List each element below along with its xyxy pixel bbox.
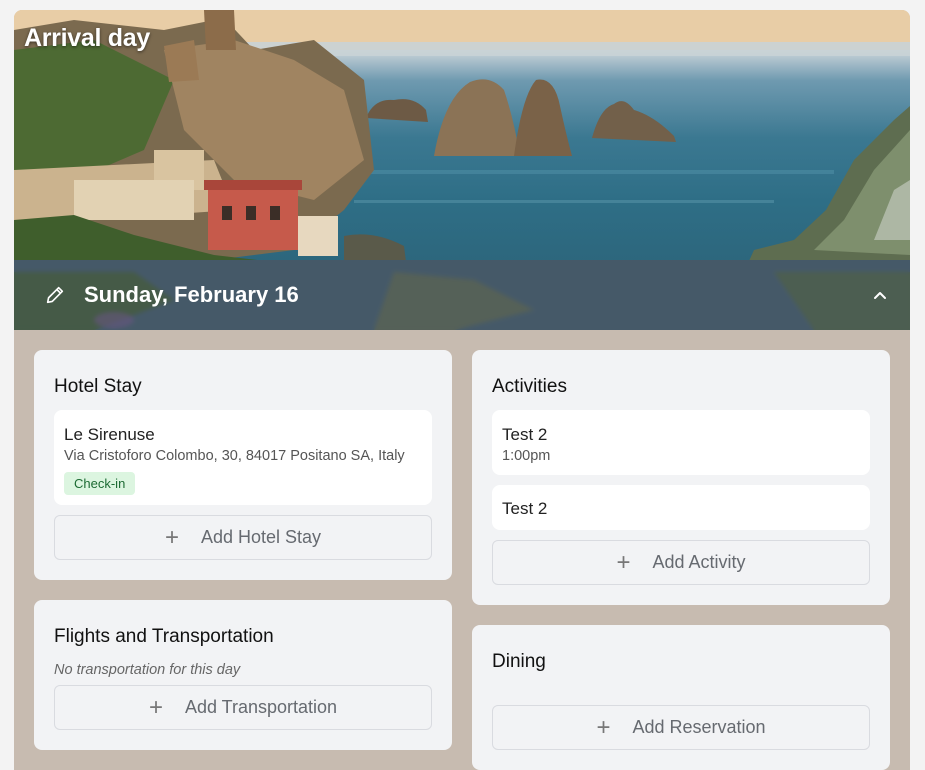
add-transportation-button[interactable]: + Add Transportation (54, 685, 432, 730)
add-reservation-label: Add Reservation (632, 717, 766, 737)
date-header[interactable]: Sunday, February 16 (14, 260, 910, 330)
add-activity-label: Add Activity (652, 552, 746, 572)
transportation-title: Flights and Transportation (54, 626, 274, 647)
plus-icon: + (164, 523, 179, 551)
hotel-stay-title: Hotel Stay (54, 376, 142, 397)
activity-name: Test 2 (502, 425, 548, 444)
day-date: Sunday, February 16 (84, 282, 299, 307)
plus-icon: + (148, 693, 163, 721)
hotel-name: Le Sirenuse (64, 425, 155, 444)
activity-name: Test 2 (502, 499, 548, 518)
activity-item[interactable]: Test 2 (492, 485, 870, 530)
chevron-up-icon[interactable] (870, 286, 890, 306)
check-in-badge: Check-in (64, 472, 136, 495)
dining-title: Dining (492, 651, 546, 672)
add-hotel-stay-label: Add Hotel Stay (200, 527, 322, 547)
transportation-panel: Flights and Transportation No transporta… (34, 600, 452, 750)
day-card: Arrival day Sunday, February 16 Hotel St… (14, 10, 910, 770)
add-transportation-label: Add Transportation (184, 697, 338, 717)
transportation-empty-note: No transportation for this day (54, 662, 241, 678)
activity-item[interactable]: Test 2 1:00pm (492, 410, 870, 475)
add-activity-button[interactable]: + Add Activity (492, 540, 870, 585)
plus-icon: + (596, 713, 611, 741)
add-reservation-button[interactable]: + Add Reservation (492, 705, 870, 750)
dining-panel: Dining + Add Reservation (472, 625, 890, 770)
pencil-icon[interactable] (44, 284, 66, 306)
activity-time: 1:00pm (502, 448, 551, 464)
day-title: Arrival day (24, 24, 150, 52)
hotel-address: Via Cristoforo Colombo, 30, 84017 Posita… (64, 448, 405, 464)
activities-title: Activities (492, 376, 567, 397)
hotel-stay-panel: Hotel Stay Le Sirenuse Via Cristoforo Co… (34, 350, 452, 580)
hotel-item[interactable]: Le Sirenuse Via Cristoforo Colombo, 30, … (54, 410, 432, 505)
add-hotel-stay-button[interactable]: + Add Hotel Stay (54, 515, 432, 560)
plus-icon: + (616, 548, 631, 576)
activities-panel: Activities Test 2 1:00pm Test 2 + Add Ac… (472, 350, 890, 605)
